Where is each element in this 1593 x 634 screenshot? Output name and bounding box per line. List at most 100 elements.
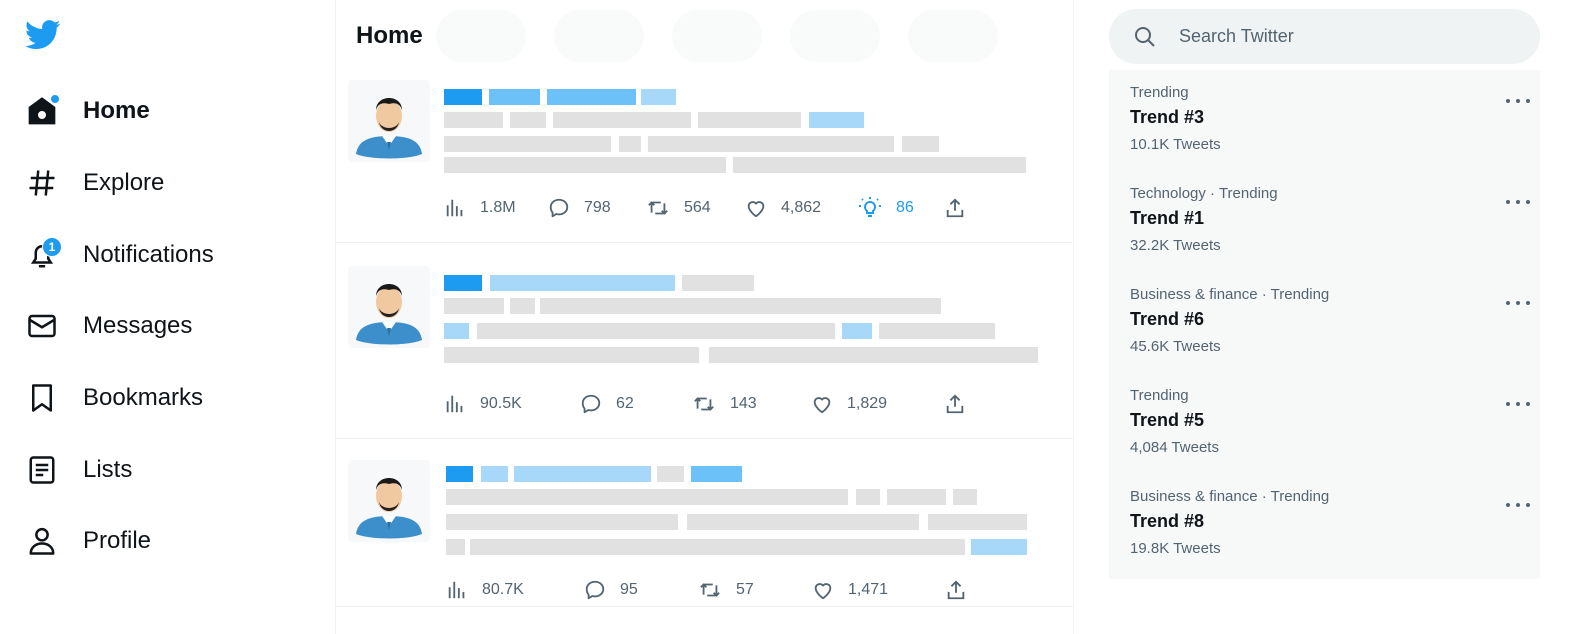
share-icon [946, 198, 964, 218]
tweet[interactable]: 1.8M 798 564 4,862 86 [336, 76, 1073, 243]
more-options-icon[interactable] [1506, 197, 1530, 207]
tweet-author-placeholder [691, 466, 742, 482]
trend-count: 10.1K Tweets [1130, 136, 1221, 153]
retweet-count: 564 [684, 199, 711, 216]
nav-item-explore[interactable]: Explore [22, 158, 164, 208]
retweet-icon [700, 583, 720, 597]
trend-count: 19.8K Tweets [1130, 540, 1221, 557]
search-input[interactable] [1179, 26, 1519, 47]
trend-name: Trend #1 [1130, 208, 1205, 228]
main-timeline: Home 1.8M 798 564 4,862 86 90.5K 62 143 … [335, 0, 1074, 634]
tweet-text-placeholder [477, 323, 835, 339]
retweet-button[interactable]: 143 [692, 389, 757, 419]
lightbulb-icon [859, 197, 881, 217]
tweet-text-placeholder [540, 298, 941, 314]
tweet-author-placeholder [547, 89, 636, 105]
like-button[interactable]: 1,471 [812, 575, 888, 605]
trend-category: Trending [1130, 387, 1189, 404]
tweet-text-placeholder [444, 298, 504, 314]
nav-label-lists: Lists [83, 456, 133, 483]
nav-label-bookmarks: Bookmarks [83, 384, 204, 411]
share-button[interactable] [944, 389, 980, 419]
views-button[interactable]: 90.5K [444, 389, 522, 419]
bell-icon: 1 [22, 235, 62, 275]
home-icon [22, 91, 62, 131]
insights-count: 86 [896, 199, 914, 216]
notification-badge: 1 [42, 237, 62, 257]
heart-icon [747, 201, 765, 218]
tweet-text-placeholder [444, 136, 611, 152]
views-button[interactable]: 1.8M [444, 193, 516, 223]
tweet-text-placeholder [902, 136, 939, 152]
avatar[interactable] [348, 266, 430, 348]
tweet-text-placeholder [687, 514, 919, 530]
tweet-author-placeholder [444, 89, 482, 105]
nav-item-notifications[interactable]: 1 Notifications [22, 230, 214, 280]
tweet-text-placeholder [444, 347, 699, 363]
tweet-text-placeholder [470, 539, 965, 555]
trend-name: Trend #8 [1130, 511, 1205, 531]
avatar[interactable] [348, 460, 430, 542]
retweet-button[interactable]: 564 [646, 193, 711, 223]
nav-label-profile: Profile [83, 527, 152, 554]
header-placeholder [908, 10, 998, 62]
header-placeholder [790, 10, 880, 62]
more-options-icon[interactable] [1506, 399, 1530, 409]
trend-item[interactable]: Technology · Trending Trend #1 32.2K Twe… [1130, 185, 1530, 275]
trend-count: 4,084 Tweets [1130, 439, 1219, 456]
tweet-author-placeholder [446, 466, 473, 482]
search-bar[interactable] [1109, 9, 1540, 64]
nav-item-bookmarks[interactable]: Bookmarks [22, 373, 203, 423]
nav-label-explore: Explore [83, 169, 165, 196]
trends-panel: Trending Trend #3 10.1K Tweets Technolog… [1109, 70, 1540, 579]
trend-item[interactable]: Business & finance · Trending Trend #8 1… [1130, 488, 1530, 578]
search-icon [1135, 26, 1155, 47]
tweet[interactable]: 90.5K 62 143 1,829 [336, 243, 1073, 439]
tweet-text-placeholder [444, 157, 726, 173]
page-title: Home [356, 22, 423, 49]
tweet-text-placeholder [856, 489, 880, 505]
trend-item[interactable]: Business & finance · Trending Trend #6 4… [1130, 286, 1530, 376]
reply-button[interactable]: 62 [580, 389, 634, 419]
nav-item-home[interactable]: Home [22, 86, 150, 136]
nav-item-lists[interactable]: Lists [22, 445, 132, 495]
trend-category: Trending [1130, 84, 1189, 101]
analytics-icon [448, 581, 465, 599]
tweet-actions: 90.5K 62 143 1,829 [444, 389, 1064, 419]
list-icon [22, 450, 62, 490]
like-button[interactable]: 1,829 [811, 389, 887, 419]
like-button[interactable]: 4,862 [745, 193, 821, 223]
share-button[interactable] [945, 575, 981, 605]
more-options-icon[interactable] [1506, 96, 1530, 106]
avatar[interactable] [348, 80, 430, 162]
more-options-icon[interactable] [1506, 500, 1530, 510]
reply-count: 798 [584, 199, 611, 216]
twitter-logo-icon[interactable] [25, 20, 63, 54]
retweet-count: 57 [736, 581, 754, 598]
tweet-author-placeholder [490, 275, 675, 291]
tweet-text-placeholder [698, 112, 801, 128]
analytics-icon [446, 395, 463, 413]
heart-icon [814, 583, 832, 600]
nav-item-messages[interactable]: Messages [22, 301, 192, 351]
hash-icon [22, 163, 62, 203]
tweet-text-placeholder [510, 298, 535, 314]
insights-button[interactable]: 86 [858, 193, 914, 223]
person-icon [22, 521, 62, 561]
nav-item-profile[interactable]: Profile [22, 516, 151, 566]
reply-icon [581, 394, 601, 414]
tweet-text-placeholder [733, 157, 1026, 173]
trend-item[interactable]: Trending Trend #3 10.1K Tweets [1130, 84, 1530, 174]
reply-button[interactable]: 798 [548, 193, 611, 223]
more-options-icon[interactable] [1506, 298, 1530, 308]
tweet[interactable]: 80.7K 95 57 1,471 [336, 439, 1073, 607]
share-button[interactable] [944, 193, 980, 223]
trend-count: 32.2K Tweets [1130, 237, 1221, 254]
tweet-text-placeholder [446, 514, 678, 530]
reply-button[interactable]: 95 [584, 575, 638, 605]
trend-item[interactable]: Trending Trend #5 4,084 Tweets [1130, 387, 1530, 477]
tweet-text-placeholder [928, 514, 1027, 530]
retweet-button[interactable]: 57 [698, 575, 754, 605]
views-button[interactable]: 80.7K [446, 575, 524, 605]
tweet-actions: 1.8M 798 564 4,862 86 [444, 193, 1064, 223]
